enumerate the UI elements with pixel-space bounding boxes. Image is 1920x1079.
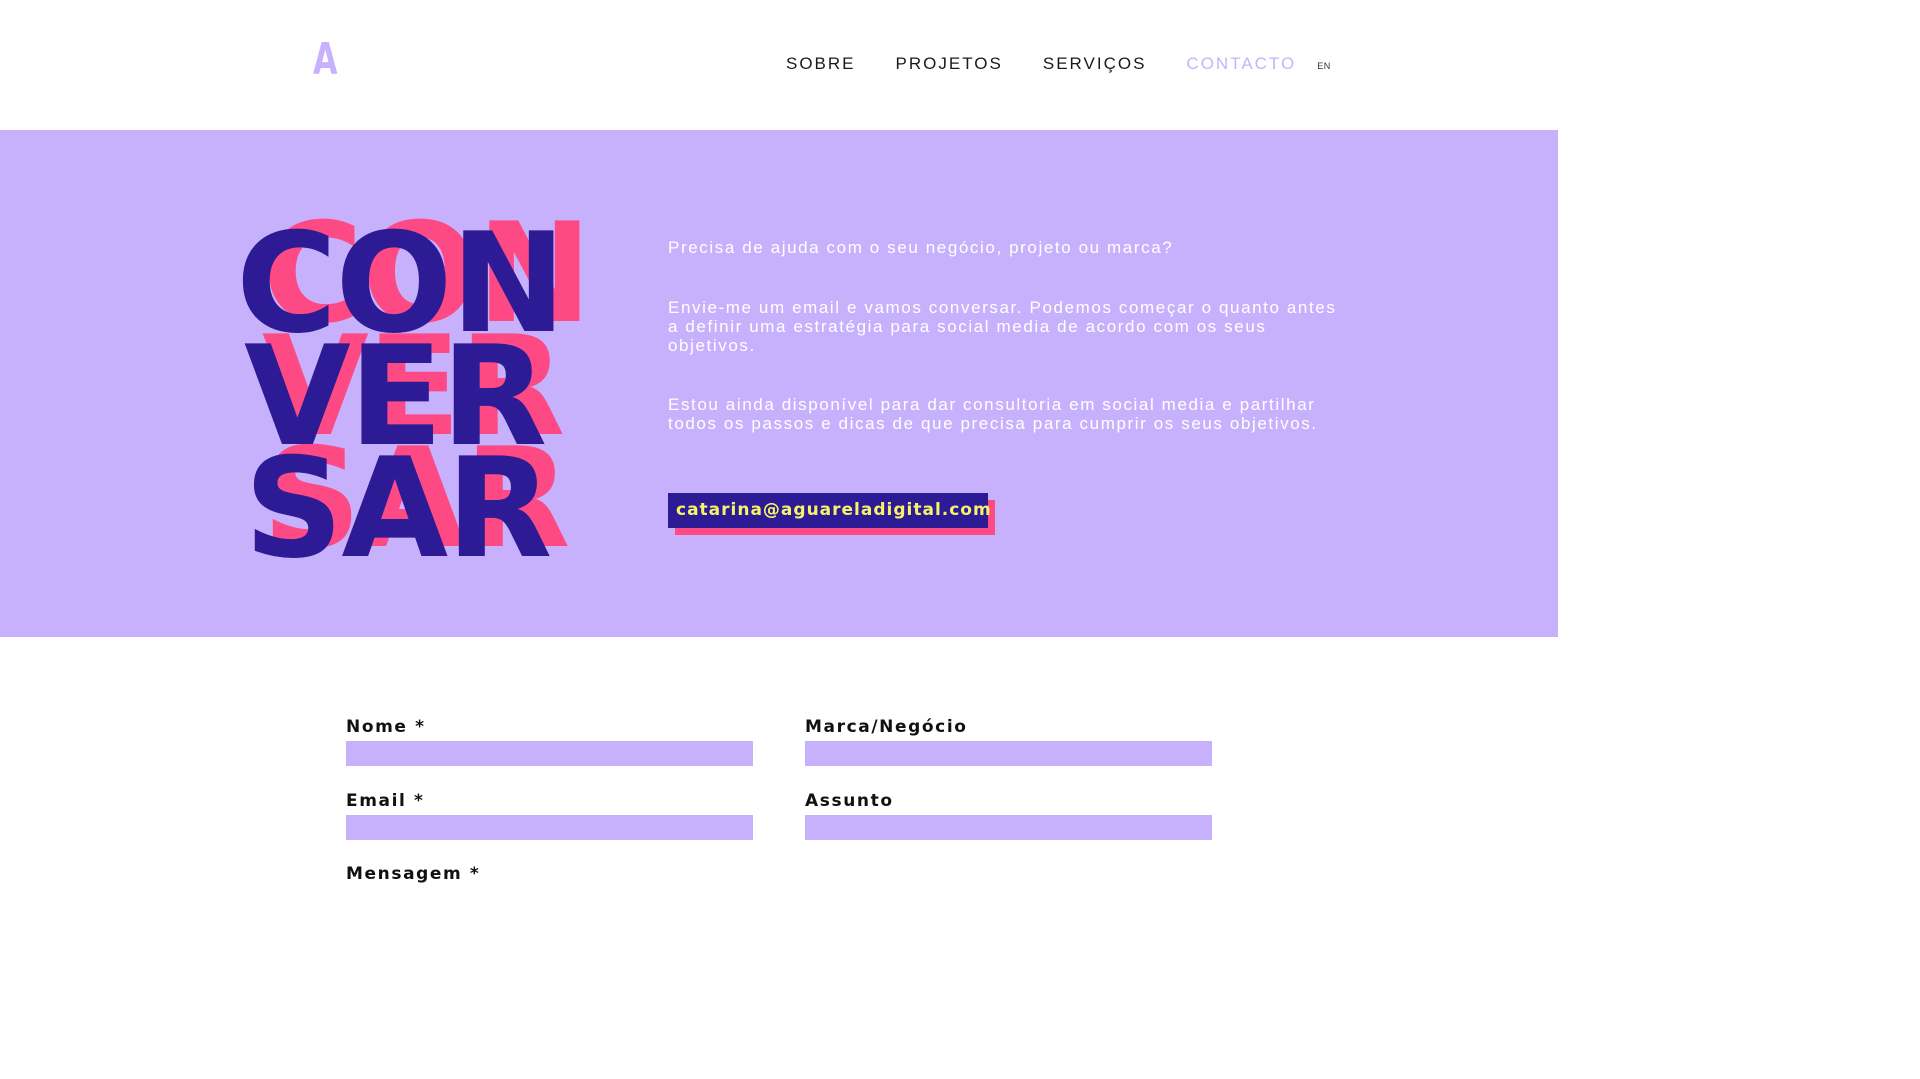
brand-field[interactable]: [805, 741, 1212, 766]
email-field[interactable]: [346, 815, 753, 840]
hero-paragraph-2: Envie-me um email e vamos conversar. Pod…: [668, 298, 1337, 355]
nav-link-sobre[interactable]: SOBRE: [786, 54, 856, 74]
nav-link-servicos[interactable]: SERVIÇOS: [1043, 54, 1147, 74]
name-field[interactable]: [346, 741, 753, 766]
contact-page: A SOBRE PROJETOS SERVIÇOS CONTACTO EN CO…: [0, 0, 1920, 1079]
language-switch[interactable]: EN: [1317, 61, 1331, 71]
nav-link-contacto[interactable]: CONTACTO: [1186, 54, 1296, 74]
hero-paragraph-3: Estou ainda disponível para dar consulto…: [668, 395, 1318, 433]
email-link-button[interactable]: catarina@aguareladigital.com: [668, 493, 991, 528]
site-header: A SOBRE PROJETOS SERVIÇOS CONTACTO EN: [0, 0, 1920, 130]
hero-title-line-3: SAR: [244, 428, 552, 589]
nav-link-projetos[interactable]: PROJETOS: [896, 54, 1003, 74]
hero-paragraph-1: Precisa de ajuda com o seu negócio, proj…: [668, 238, 1174, 257]
message-label: Mensagem *: [346, 864, 481, 884]
main-nav: SOBRE PROJETOS SERVIÇOS CONTACTO EN: [786, 54, 1331, 74]
subject-field[interactable]: [805, 815, 1212, 840]
name-label: Nome *: [346, 717, 426, 737]
email-label: Email *: [346, 791, 425, 811]
site-logo[interactable]: A: [313, 38, 338, 82]
email-button-wrap: catarina@aguareladigital.com: [668, 493, 995, 535]
brand-label: Marca/Negócio: [805, 717, 968, 737]
hero-side-gap: [1558, 130, 1920, 637]
subject-label: Assunto: [805, 791, 894, 811]
hero-section: [0, 130, 1558, 637]
